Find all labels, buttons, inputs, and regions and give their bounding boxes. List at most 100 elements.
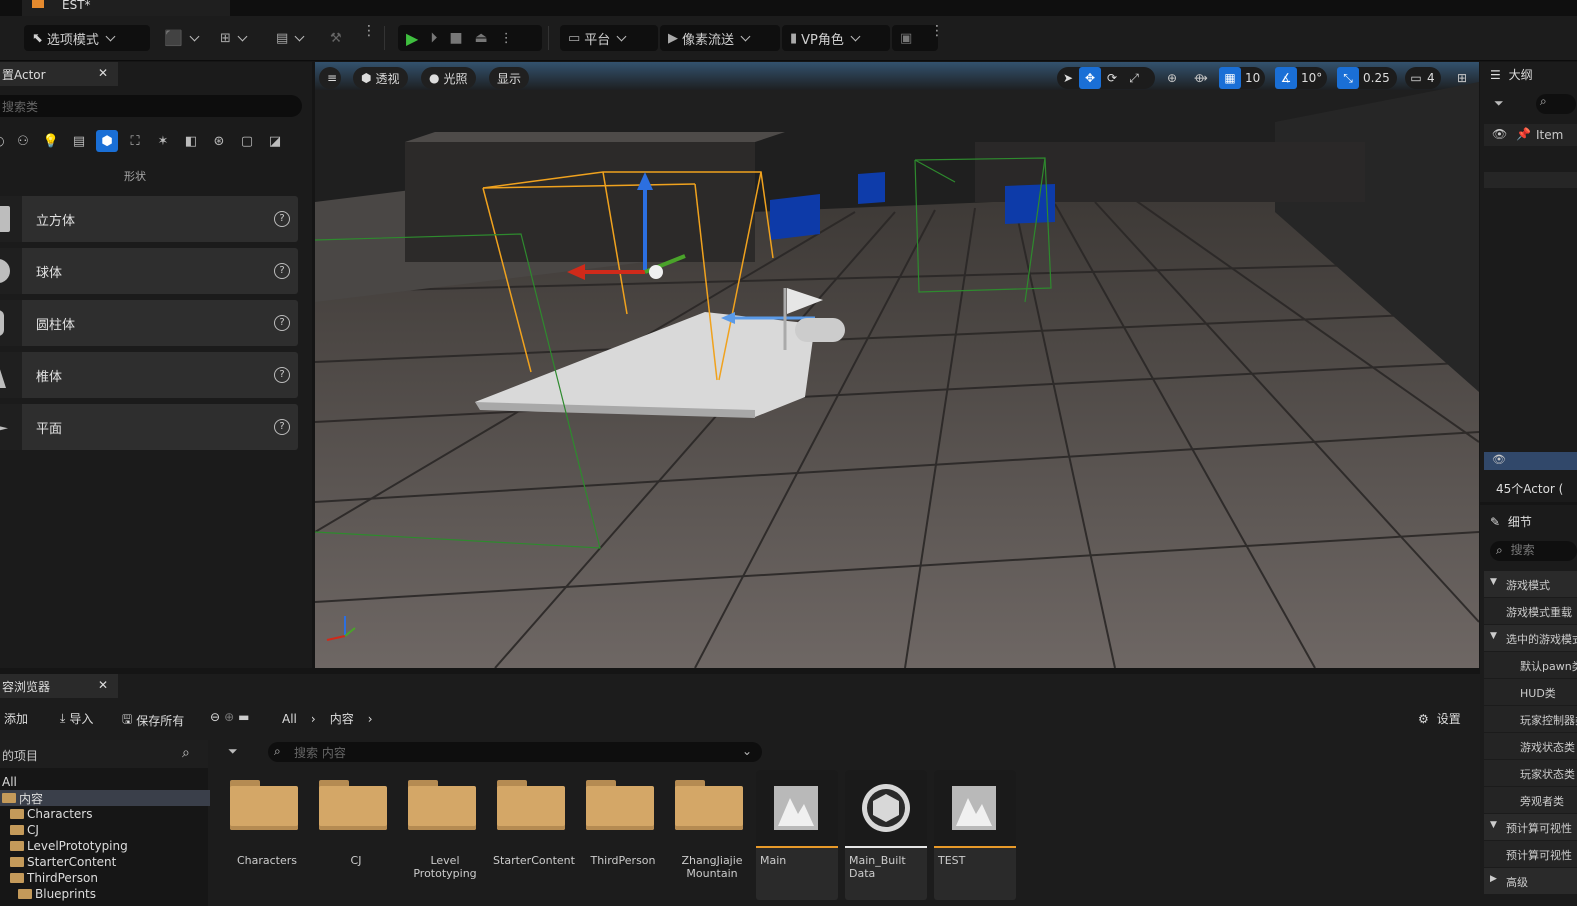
recent-icon[interactable]: ◐ [0, 130, 10, 152]
play-icon[interactable]: ▶ [406, 29, 418, 48]
lights-icon[interactable]: 💡 [40, 130, 62, 152]
cinematic-icon[interactable]: ▤ [68, 130, 90, 152]
details-row[interactable]: ▼ 选中的游戏模式 [1484, 625, 1577, 651]
mode-selector-button[interactable]: ⬉ 选项模式 [24, 25, 150, 51]
asset-tile[interactable]: Main_Built Data [845, 770, 927, 900]
content-browser-tab[interactable]: 容浏览器 ✕ [0, 674, 118, 698]
help-icon[interactable]: ? [274, 367, 290, 383]
tree-item[interactable]: CJ [0, 822, 218, 838]
tree-item[interactable]: 内容 [0, 790, 210, 806]
actor-item-sphere[interactable]: 球体 ? [0, 248, 298, 294]
chevron-right-icon[interactable]: › [368, 712, 373, 726]
scale-snap-control[interactable]: ⤡ 0.25 [1337, 67, 1397, 89]
platform-button[interactable]: ▭ 平台 [560, 25, 658, 51]
world-space-icon[interactable]: ⊕ [1161, 67, 1183, 89]
pin-icon[interactable]: 📌 [1516, 127, 1531, 141]
details-row[interactable]: 旁观者类 [1484, 787, 1577, 813]
details-row[interactable]: 默认pawn类 [1484, 652, 1577, 678]
folder-tile[interactable]: ZhangJiajie Mountain [671, 770, 753, 900]
folder-tile[interactable]: StarterContent [493, 770, 575, 900]
content-search-input[interactable]: ⌕ 搜索 内容 ⌄ [268, 742, 762, 762]
viewport-menu-button[interactable]: ≡ [319, 67, 341, 89]
visibility-eye-icon[interactable]: 👁 [1492, 453, 1506, 466]
show-button[interactable]: 显示 [489, 67, 530, 89]
filter-icon[interactable]: ⏷ [228, 744, 238, 759]
scale-icon[interactable]: ⤢ [1123, 67, 1145, 89]
other-icon[interactable]: ◪ [264, 130, 286, 152]
place-actors-tab[interactable]: 置Actor ✕ [0, 62, 118, 86]
details-row[interactable]: 游戏状态类 [1484, 733, 1577, 759]
details-row[interactable]: 玩家控制器类 [1484, 706, 1577, 732]
help-icon[interactable]: ? [274, 263, 290, 279]
vp-role-button[interactable]: ▮ VP角色 [782, 25, 890, 51]
rotation-snap-control[interactable]: ∡ 10° [1275, 67, 1327, 89]
class-search-input[interactable]: 搜索类 [0, 95, 302, 117]
actor-item-cone[interactable]: 椎体 ? [0, 352, 298, 398]
filter-icon[interactable]: ⏷ [1494, 96, 1504, 111]
visual-effects-icon[interactable]: ⛶ [124, 130, 146, 152]
geometry-icon[interactable]: ⊛ [208, 130, 230, 152]
breadcrumb-content[interactable]: 内容 [330, 710, 354, 727]
details-row[interactable]: ▶ 高级 [1484, 868, 1577, 894]
tree-item[interactable]: Blueprints [0, 886, 226, 902]
details-row[interactable]: ▼ 预计算可视性 [1484, 814, 1577, 840]
outliner-row-highlight[interactable]: 👁 [1484, 452, 1577, 470]
material-icon[interactable]: ▢ [236, 130, 258, 152]
import-button[interactable]: ⤓ 导入 [60, 710, 93, 727]
asset-tile[interactable]: TEST [934, 770, 1016, 900]
rotate-icon[interactable]: ⟳ [1101, 67, 1123, 89]
folder-tile[interactable]: ThirdPerson [582, 770, 664, 900]
folder-tile[interactable]: Characters [226, 770, 308, 900]
details-row[interactable]: 预计算可视性 [1484, 841, 1577, 867]
asset-tile[interactable]: Main [756, 770, 838, 900]
basic-icon[interactable]: ⚇ [12, 130, 34, 152]
build-button[interactable]: ⚒ [330, 25, 342, 51]
save-all-button[interactable]: 🖫 保存所有 [122, 710, 184, 731]
move-icon[interactable]: ✥ [1079, 67, 1101, 89]
cinematics-button[interactable]: ▤ [276, 25, 305, 51]
help-icon[interactable]: ? [274, 315, 290, 331]
viewport-layout-icon[interactable]: ⊞ [1451, 67, 1473, 89]
details-row[interactable]: 玩家状态类 [1484, 760, 1577, 786]
blueprint-button[interactable]: ⊞ [220, 25, 248, 51]
tree-item[interactable]: Characters [0, 806, 218, 822]
add-button[interactable]: 添加 [0, 710, 28, 727]
stop-icon[interactable]: ■ [449, 30, 462, 46]
surface-snap-icon[interactable]: ⟴ [1190, 67, 1212, 89]
add-content-button[interactable]: ⬛ [164, 25, 200, 51]
breadcrumb-all[interactable]: All [282, 712, 297, 726]
details-row[interactable]: ▼ 游戏模式 [1484, 571, 1577, 597]
actor-item-cylinder[interactable]: 圆柱体 ? [0, 300, 298, 346]
outliner-row-selected[interactable] [1484, 172, 1577, 188]
details-row[interactable]: HUD类 [1484, 679, 1577, 705]
level-tab[interactable]: EST* [22, 0, 230, 16]
help-icon[interactable]: ? [274, 419, 290, 435]
actor-item-cube[interactable]: 立方体 ? [0, 196, 298, 242]
grid-snap-control[interactable]: ▦ 10 [1219, 67, 1265, 89]
camera-speed-control[interactable]: ▭ 4 [1405, 67, 1441, 89]
tree-item[interactable]: ThirdPerson [0, 870, 218, 886]
search-icon[interactable]: ⌕ [182, 745, 190, 761]
tree-item[interactable]: LevelPrototyping [0, 838, 218, 854]
close-icon[interactable]: ✕ [98, 66, 108, 80]
tree-item[interactable]: All [0, 774, 210, 790]
details-search-input[interactable]: ⌕ 搜索 [1490, 541, 1577, 561]
chevron-down-icon[interactable]: ⌄ [742, 744, 752, 758]
more-options-icon[interactable]: ⋮ [362, 24, 376, 38]
lighting-button[interactable]: ● 光照 [421, 67, 476, 89]
step-icon[interactable]: ⏵ [430, 30, 437, 46]
back-icon[interactable]: ⊖ [210, 710, 220, 724]
actor-item-plane[interactable]: 平面 ? [0, 404, 298, 450]
perspective-button[interactable]: ⬢ 透视 [353, 67, 408, 89]
folder-icon[interactable]: ▬ [238, 710, 249, 724]
forward-icon[interactable]: ⊕ [224, 710, 234, 724]
all-classes-icon[interactable]: ◧ [180, 130, 202, 152]
folder-tile[interactable]: Level Prototyping [404, 770, 486, 900]
pixel-streaming-button[interactable]: ▶ 像素流送 [660, 25, 780, 51]
close-icon[interactable]: ✕ [98, 678, 108, 692]
folder-tile[interactable]: CJ [315, 770, 397, 900]
tree-item[interactable]: StarterContent [0, 854, 218, 870]
visibility-eye-icon[interactable]: 👁 [1492, 127, 1507, 141]
toolbar-more-icon[interactable]: ⋮ [930, 24, 944, 38]
shapes-icon[interactable]: ⬢ [96, 130, 118, 152]
